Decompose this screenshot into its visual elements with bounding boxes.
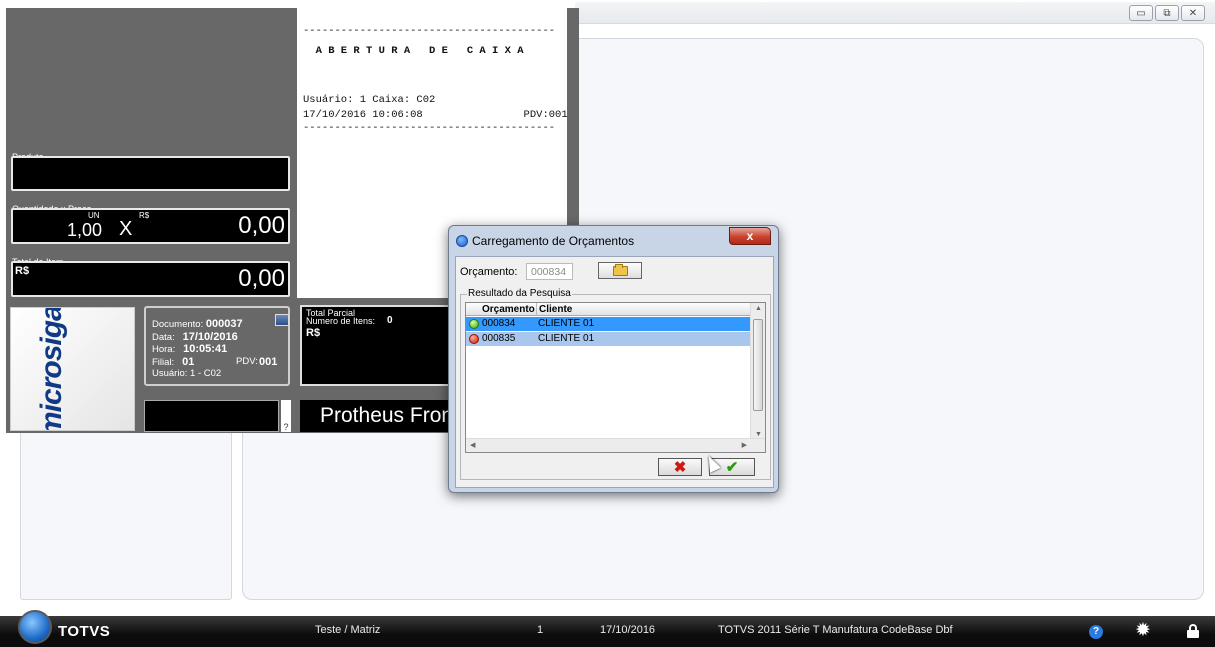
dialog-title: Carregamento de Orçamentos [472,234,635,248]
scroll-right-icon[interactable]: ▶ [742,441,747,449]
cancel-button[interactable]: ✖ [658,458,702,476]
grid-header: Orçamento Cliente [466,303,751,316]
resultado-group: Resultado da Pesquisa Orçamento Cliente … [460,288,771,480]
documento-label: Documento: [152,319,204,330]
column-header-orcamento[interactable]: Orçamento [480,303,536,316]
hora-label: Hora: [152,344,176,355]
microsiga-logo: microsiga [10,307,135,431]
usuario-label: Usuário: [152,368,188,379]
pdv-value: 001 [259,355,278,368]
check-icon: ✔ [725,459,739,476]
rs-small-label: R$ [139,211,150,220]
group-title: Resultado da Pesquisa [467,288,572,299]
help-icon[interactable]: ? [1089,625,1103,639]
un-label: UN [88,211,100,220]
filial-value: 01 [182,355,195,368]
total-item-field: R$ 0,00 [11,261,290,297]
total-item-currency: R$ [15,265,30,277]
row-orcamento: 000834 [482,318,516,329]
cancel-icon: ✖ [673,459,687,476]
dialog-body: Orçamento: 000834 Resultado da Pesquisa … [455,256,774,488]
search-button[interactable] [598,262,642,279]
qty-value: 1,00 [67,220,103,240]
carregamento-dialog: Carregamento de Orçamentos x Orçamento: … [448,225,779,493]
product-label: TOTVS 2011 Série T Manufatura CodeBase D… [718,624,953,636]
receipt-line: ---------------------------------------- [303,25,556,37]
restore-button[interactable]: ⧉ [1155,5,1179,21]
scroll-left-icon[interactable]: ◀ [470,441,475,449]
left-panel [20,420,232,600]
close-window-button[interactable]: ✕ [1181,5,1205,21]
column-header-cliente[interactable]: Cliente [536,303,686,316]
orcamento-label: Orçamento: [460,266,518,278]
document-info: Documento: 000037 Data: 17/10/2016 Hora:… [144,306,290,386]
total-item-value: 0,00 [238,265,285,292]
produto-field[interactable] [11,156,290,191]
minimize-button[interactable]: ▭ [1129,5,1153,21]
documento-value: 000037 [205,318,243,330]
row-orcamento: 000835 [482,333,516,344]
scroll-thumb[interactable] [753,319,763,411]
title-bar: ▭ ⧉ ✕ [575,2,1215,24]
status-green-icon [469,319,479,329]
folder-icon [612,263,628,276]
receipt-line: 17/10/2016 10:06:08 PDV:001 [303,109,568,121]
table-row[interactable]: 000834 CLIENTE 01 [466,317,751,331]
date-label: 17/10/2016 [600,624,656,636]
orcamento-input[interactable]: 000834 [526,263,573,280]
results-grid: Orçamento Cliente 000834 CLIENTE 01 0008… [465,302,766,453]
total-parcial-box: Total Parcial Numero de Itens: 0 R$ [300,305,455,386]
input-display [144,400,279,432]
status-red-icon [469,334,479,344]
row-cliente: CLIENTE 01 [538,333,595,344]
scroll-down-icon[interactable]: ▼ [755,431,762,438]
row-cliente: CLIENTE 01 [538,318,595,329]
vertical-scrollbar[interactable]: ▲ ▼ [750,303,765,440]
dialog-close-button[interactable]: x [729,227,771,245]
number-label: 1 [537,624,544,636]
help-button[interactable]: ? [281,400,291,432]
num-itens-value: 0 [387,315,393,326]
receipt-line: ---------------------------------------- [303,122,556,134]
table-row[interactable]: 000835 CLIENTE 01 [466,332,751,346]
totvs-logo-icon[interactable] [18,610,52,644]
filial-label: Filial: [152,356,175,368]
horizontal-scrollbar[interactable]: ◀ ▶ [466,438,765,452]
app-icon [456,235,468,247]
window-controls: ▭ ⧉ ✕ [1129,5,1205,21]
brand-label: TOTVS [58,623,111,640]
pdv-label: PDV: [236,355,258,367]
status-bar: TOTVS Teste / Matriz 1 17/10/2016 TOTVS … [0,610,1215,647]
qtd-preco-field: UN R$ 1,00 X 0,00 [11,208,290,244]
scroll-up-icon[interactable]: ▲ [755,305,762,312]
x-sign: X [119,218,133,240]
data-label: Data: [152,331,175,343]
lock-icon[interactable] [1187,624,1199,638]
logo-text: microsiga [35,307,68,431]
gear-icon[interactable]: ✹ [1135,621,1151,641]
product-banner: Protheus Front Loja [300,400,455,432]
usuario-value: 1 - C02 [190,368,222,379]
price-value: 0,00 [238,212,285,239]
company-label: Teste / Matriz [315,624,381,636]
receipt-title: A B E R T U R A D E C A I X A [303,45,524,57]
receipt-line: Usuário: 1 Caixa: C02 [303,94,436,106]
calculator-icon[interactable] [275,314,289,326]
data-value: 17/10/2016 [182,330,238,343]
num-itens-label: Numero de Itens: [306,316,376,326]
hora-value: 10:05:41 [183,343,228,355]
total-parcial-currency: R$ [306,327,321,339]
